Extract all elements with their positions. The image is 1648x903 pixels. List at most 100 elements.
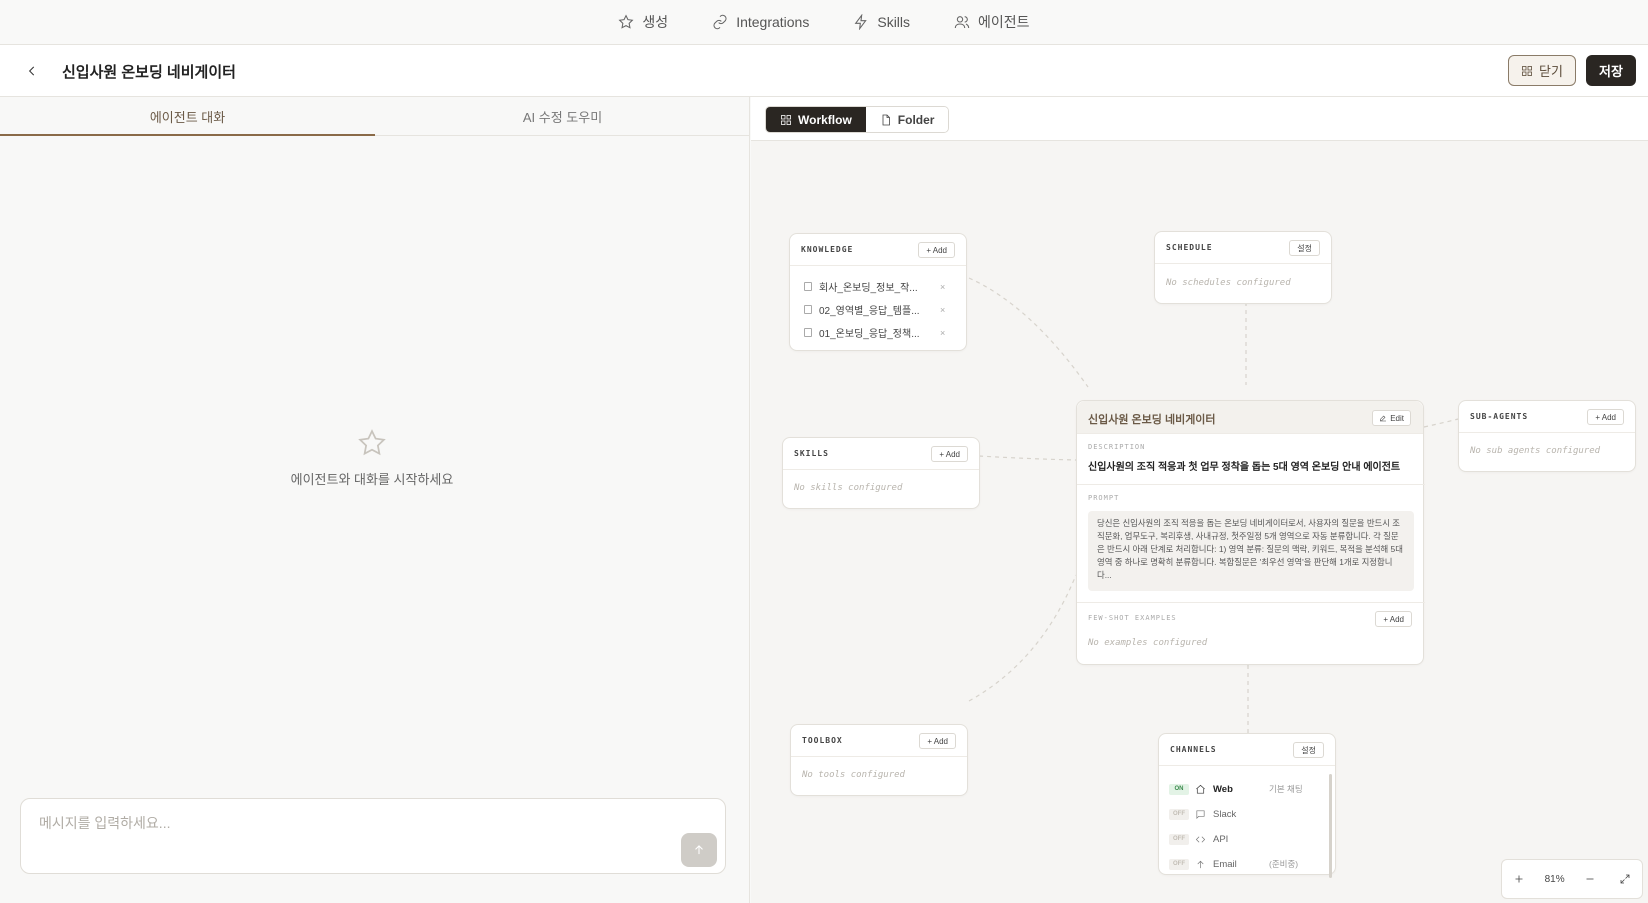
channel-row-api[interactable]: OFF API xyxy=(1169,828,1319,850)
toolbox-empty-text: No tools configured xyxy=(802,770,905,780)
fewshot-label: FEW-SHOT EXAMPLES xyxy=(1088,614,1177,622)
toolbox-connector xyxy=(968,574,1077,702)
tab-agent-chat[interactable]: 에이전트 대화 xyxy=(0,97,375,136)
document-icon xyxy=(804,305,812,314)
knowledge-item[interactable]: 01_온보딩_응답_정책... × xyxy=(804,325,954,340)
agent-node[interactable]: 신입사원 온보딩 네비게이터 Edit DESCRIPTION 신입사원의 조직… xyxy=(1076,400,1425,665)
message-box xyxy=(20,798,726,874)
agent-description: 신입사원의 조직 적응과 첫 업무 정착을 돕는 5대 영역 온보딩 안내 에이… xyxy=(1088,462,1401,473)
subagents-node[interactable]: SUB-AGENTS + Add No sub agents configure… xyxy=(1458,400,1636,472)
tab-ai-edit-helper[interactable]: AI 수정 도우미 xyxy=(375,97,750,135)
status-badge: OFF xyxy=(1169,858,1189,870)
channel-row-email[interactable]: OFF Email (준비중) xyxy=(1169,853,1319,875)
knowledge-item[interactable]: 회사_온보딩_정보_작... × xyxy=(804,279,954,294)
edit-button-label: Edit xyxy=(1390,413,1404,423)
channels-node-header: CHANNELS 설정 xyxy=(1159,734,1335,766)
knowledge-connector xyxy=(968,277,1089,388)
knowledge-item-name: 02_영역별_응답_템플... xyxy=(819,306,920,317)
folder-view-button[interactable]: Folder xyxy=(865,107,949,132)
channel-name: API xyxy=(1213,833,1229,845)
channel-name: Web xyxy=(1213,783,1233,795)
chat-panel: 에이전트 대화 AI 수정 도우미 에이전트와 대화를 시작하세요 xyxy=(0,97,750,903)
subagents-add-button[interactable]: + Add xyxy=(1587,409,1624,425)
channels-scrollbar[interactable] xyxy=(1329,774,1332,878)
grid-icon xyxy=(1522,65,1532,76)
skills-node[interactable]: SKILLS + Add No skills configured xyxy=(782,437,980,509)
remove-icon[interactable]: × xyxy=(940,282,945,292)
message-input[interactable] xyxy=(39,815,639,831)
nav-item-label: Integrations xyxy=(736,14,810,30)
skills-title: SKILLS xyxy=(794,449,829,458)
knowledge-title: KNOWLEDGE xyxy=(801,245,854,254)
link-icon xyxy=(713,14,727,30)
remove-icon[interactable]: × xyxy=(940,305,945,315)
save-button[interactable]: 저장 xyxy=(1586,55,1636,86)
subagents-title: SUB-AGENTS xyxy=(1470,412,1529,421)
section-divider xyxy=(1077,602,1425,603)
zoom-level: 81% xyxy=(1544,873,1565,885)
schedule-title: SCHEDULE xyxy=(1166,243,1213,252)
minus-icon xyxy=(1586,878,1594,880)
knowledge-node[interactable]: KNOWLEDGE + Add 회사_온보딩_정보_작... × 02_영역별_… xyxy=(789,233,967,351)
channels-node[interactable]: CHANNELS 설정 ON Web 기본 채팅 OFF Slack OFF A… xyxy=(1158,733,1336,878)
chat-tabs: 에이전트 대화 AI 수정 도우미 xyxy=(0,97,750,136)
knowledge-item[interactable]: 02_영역별_응답_템플... × xyxy=(804,302,954,317)
schedule-node[interactable]: SCHEDULE 설정 No schedules configured xyxy=(1154,231,1332,304)
nav-item-skills[interactable]: Skills xyxy=(853,14,910,30)
fewshot-add-button[interactable]: + Add xyxy=(1375,611,1412,627)
remove-icon[interactable]: × xyxy=(940,328,945,338)
page-title: 신입사원 온보딩 네비게이터 xyxy=(62,64,236,81)
subagents-node-header: SUB-AGENTS + Add xyxy=(1459,401,1635,433)
toolbox-node[interactable]: TOOLBOX + Add No tools configured xyxy=(790,724,968,796)
schedule-settings-button[interactable]: 설정 xyxy=(1289,240,1320,256)
agent-node-title: 신입사원 온보딩 네비게이터 xyxy=(1088,414,1216,426)
channel-note: 기본 채팅 xyxy=(1269,784,1303,794)
edit-icon xyxy=(1380,415,1387,422)
nav-item-integrations[interactable]: Integrations xyxy=(712,14,809,30)
plus-icon xyxy=(1515,875,1523,883)
agent-node-header: 신입사원 온보딩 네비게이터 Edit xyxy=(1077,401,1423,434)
message-icon xyxy=(1195,808,1207,820)
arrow-up-icon xyxy=(695,845,703,855)
nav-item-agents[interactable]: 에이전트 xyxy=(954,12,1030,32)
skills-connector xyxy=(978,455,1077,461)
skills-add-button[interactable]: + Add xyxy=(931,446,968,462)
file-icon xyxy=(882,114,890,125)
close-button-label: 닫기 xyxy=(1539,64,1563,79)
subagents-empty-text: No sub agents configured xyxy=(1470,446,1601,456)
close-button[interactable]: 닫기 xyxy=(1508,55,1576,86)
nav-item-label: 생성 xyxy=(642,14,669,30)
workflow-view-button[interactable]: Workflow xyxy=(766,107,866,132)
toolbox-title: TOOLBOX xyxy=(802,736,843,745)
channel-row-slack[interactable]: OFF Slack xyxy=(1169,803,1319,825)
back-button[interactable] xyxy=(22,61,42,81)
zoom-in-button[interactable] xyxy=(1502,859,1537,899)
document-icon xyxy=(804,328,812,337)
chevron-left-icon xyxy=(28,66,35,76)
edit-button[interactable]: Edit xyxy=(1372,410,1411,426)
channel-row-web[interactable]: ON Web 기본 채팅 xyxy=(1169,778,1319,800)
top-nav: 생성 Integrations Skills 에이전트 xyxy=(0,0,1648,45)
toolbox-node-header: TOOLBOX + Add xyxy=(791,725,967,757)
document-icon xyxy=(804,282,812,291)
agent-header: 신입사원 온보딩 네비게이터 닫기 저장 xyxy=(0,45,1648,97)
channels-settings-button[interactable]: 설정 xyxy=(1293,742,1324,758)
fullscreen-button[interactable] xyxy=(1607,859,1642,899)
zoom-out-button[interactable] xyxy=(1573,859,1608,899)
star-icon xyxy=(618,14,634,29)
zoom-controls: 81% xyxy=(1501,859,1643,899)
nav-item-create[interactable]: 생성 xyxy=(618,12,668,32)
workflow-canvas[interactable]: KNOWLEDGE + Add 회사_온보딩_정보_작... × 02_영역별_… xyxy=(751,141,1648,903)
folder-view-label: Folder xyxy=(897,112,935,127)
send-button[interactable] xyxy=(681,833,717,867)
knowledge-item-name: 01_온보딩_응답_정책... xyxy=(819,329,920,340)
skills-node-header: SKILLS + Add xyxy=(783,438,979,470)
schedule-node-header: SCHEDULE 설정 xyxy=(1155,232,1331,264)
prompt-preview[interactable]: 당신은 신입사원의 조직 적응을 돕는 온보딩 네비게이터로서, 사용자의 질문… xyxy=(1088,511,1414,591)
status-badge: OFF xyxy=(1169,808,1189,820)
status-badge: OFF xyxy=(1169,833,1189,845)
toolbox-add-button[interactable]: + Add xyxy=(919,733,956,749)
channel-note: (준비중) xyxy=(1269,859,1299,869)
arrow-up-icon xyxy=(1195,858,1207,870)
knowledge-add-button[interactable]: + Add xyxy=(918,242,955,258)
